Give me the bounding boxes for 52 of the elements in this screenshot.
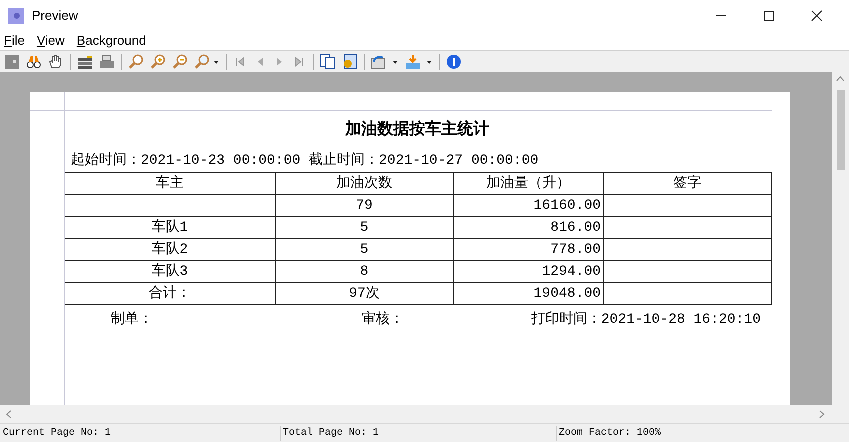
column-header: 签字 bbox=[604, 172, 772, 194]
table-cell: 8 bbox=[276, 260, 454, 282]
table-cell: 合计： bbox=[64, 282, 276, 304]
zoom-in-icon[interactable] bbox=[150, 54, 166, 70]
page-icon[interactable] bbox=[4, 54, 20, 70]
footer-text: 审核： bbox=[362, 312, 404, 328]
menu-item[interactable]: View bbox=[36, 30, 65, 50]
column-header: 加油量（升） bbox=[454, 172, 604, 194]
hand-icon[interactable] bbox=[48, 54, 64, 70]
zoom-out-icon[interactable] bbox=[172, 54, 188, 70]
window-title: Preview bbox=[32, 6, 78, 25]
table-cell: 1294.00 bbox=[454, 260, 604, 282]
maximize-icon[interactable] bbox=[763, 10, 775, 22]
pages-icon[interactable] bbox=[320, 54, 336, 70]
menu-item[interactable]: File bbox=[4, 30, 25, 50]
close-icon[interactable] bbox=[811, 10, 823, 22]
table-cell: 5 bbox=[276, 238, 454, 260]
status-text: Zoom Factor: 100% bbox=[559, 428, 662, 438]
table-cell: 97次 bbox=[276, 282, 454, 304]
printer-icon[interactable] bbox=[99, 54, 115, 70]
footer-text: 打印时间：2021-10-28 16:20:10 bbox=[531, 312, 761, 328]
download-dropdown-icon[interactable] bbox=[405, 54, 433, 70]
menu-item[interactable]: Background bbox=[76, 30, 146, 50]
info-icon[interactable] bbox=[446, 54, 462, 70]
scroll-right-icon[interactable] bbox=[819, 410, 825, 418]
table-cell: 816.00 bbox=[454, 216, 604, 238]
footer-text: 制单： bbox=[111, 312, 153, 328]
date-range: 起始时间：2021-10-23 00:00:00 截止时间：2021-10-27 00:00:00 bbox=[71, 153, 539, 169]
status-text: Current Page No: 1 bbox=[3, 428, 112, 438]
report-title: 加油数据按车主统计 bbox=[346, 119, 490, 141]
table-cell: 16160.00 bbox=[454, 194, 604, 216]
scroll-left-icon[interactable] bbox=[6, 410, 12, 418]
table-cell: 车队3 bbox=[64, 260, 276, 282]
page-edit-icon[interactable] bbox=[342, 54, 358, 70]
app-icon bbox=[8, 8, 24, 24]
horizontal-scrollbar[interactable] bbox=[0, 405, 849, 423]
books-icon[interactable] bbox=[77, 54, 93, 70]
zoom-dropdown-icon[interactable] bbox=[194, 54, 220, 70]
table-cell: 79 bbox=[276, 194, 454, 216]
magnifier-icon[interactable] bbox=[128, 54, 144, 70]
table-cell: 车队1 bbox=[64, 216, 276, 238]
status-text: Total Page No: 1 bbox=[283, 428, 380, 438]
scroll-up-icon[interactable] bbox=[836, 76, 845, 82]
table-cell: 778.00 bbox=[454, 238, 604, 260]
scroll-thumb[interactable] bbox=[836, 90, 844, 170]
binoculars-icon[interactable] bbox=[26, 54, 42, 70]
column-header: 加油次数 bbox=[276, 172, 454, 194]
export-dropdown-icon[interactable] bbox=[371, 54, 399, 70]
table-cell: 车队2 bbox=[64, 238, 276, 260]
table-cell: 5 bbox=[276, 216, 454, 238]
column-header: 车主 bbox=[64, 172, 276, 194]
table-cell: 19048.00 bbox=[454, 282, 604, 304]
